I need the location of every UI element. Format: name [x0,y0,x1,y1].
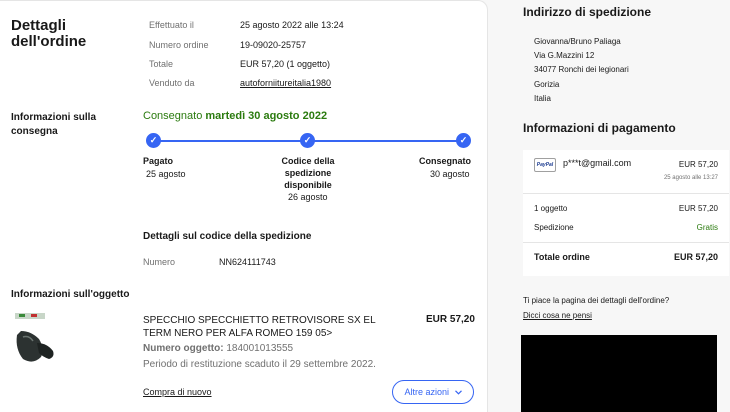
buy-again-link[interactable]: Compra di nuovo [143,387,212,397]
paypal-icon: PayPal [534,158,556,172]
more-actions-button[interactable]: Altre azioni [392,380,474,404]
divider [523,242,729,243]
item-number-value: 184001013555 [226,343,294,354]
summary-items-value: EUR 57,20 [678,204,718,213]
tracking-details-title: Dettagli sul codice della spedizione [143,231,312,242]
item-title-link[interactable]: SPECCHIO SPECCHIETTO RETROVISORE SX EL T… [143,314,403,340]
order-total-value: EUR 57,20 [673,252,718,262]
item-number-label: Numero oggetto: [143,343,224,354]
order-number-label: Numero ordine [149,40,209,50]
tracking-number-value: NN624111743 [219,257,276,267]
delivery-status-date: martedì 30 agosto 2022 [205,110,328,122]
step-tracking-label: Codice della spedizione disponibile [281,156,335,190]
tracking-number-label: Numero [143,257,176,267]
step-paid-date: 25 agosto [146,169,186,179]
return-period-text: Periodo di restituzione scaduto il 29 se… [143,359,376,370]
chevron-down-icon [454,390,462,395]
order-date-label: Effettuato il [149,20,194,30]
payment-card: PayPal p***t@gmail.com EUR 57,20 25 agos… [523,150,729,276]
order-total-label: Totale ordine [534,252,590,262]
address-line: Giovanna/Bruno Paliaga [534,37,621,46]
step-paid-label: Pagato [143,156,174,166]
step-delivered-label: Consegnato [418,156,471,166]
delivery-status-prefix: Consegnato [143,110,203,122]
order-details-panel: Dettagli dell'ordine Effettuato il 25 ag… [0,0,488,412]
feedback-link[interactable]: Dicci cosa ne pensi [523,311,592,320]
check-icon: ✓ [146,133,161,148]
more-actions-label: Altre azioni [404,387,449,397]
redacted-area [521,335,717,412]
order-details-title: Dettagli dell'ordine [11,17,87,50]
address-line: Gorizia [534,80,560,89]
summary-shipping-label: Spedizione [534,223,574,232]
delivery-status: Consegnato martedì 30 agosto 2022 [143,110,327,122]
item-thumbnail[interactable] [11,313,59,365]
address-line: Via G.Mazzini 12 [534,51,595,60]
address-line: Italia [534,94,551,103]
seller-link[interactable]: autoforniitureitalia1980 [240,78,331,88]
order-number-value: 19-09020-25757 [240,40,307,50]
shipping-address-title: Indirizzo di spedizione [523,5,652,19]
seller-label: Venduto da [149,78,195,88]
check-icon: ✓ [300,133,315,148]
divider [523,193,729,194]
payment-date: 25 agosto alle 13:27 [663,175,718,181]
item-info-title: Informazioni sull'oggetto [11,289,130,300]
order-total-value: EUR 57,20 (1 oggetto) [240,59,331,69]
order-total-label: Totale [149,59,174,69]
order-date-value: 25 agosto 2022 alle 13:24 [240,20,344,30]
delivery-info-title: Informazioni sulla consegna [11,112,97,137]
payment-info-title: Informazioni di pagamento [523,121,676,135]
summary-shipping-value: Gratis [696,223,718,232]
address-line: 34077 Ronchi dei legionari [534,65,629,74]
summary-items-label: 1 oggetto [534,204,568,213]
item-price: EUR 57,20 [426,314,475,325]
step-delivered-date: 30 agosto [430,169,470,179]
step-tracking-date: 26 agosto [288,192,328,202]
check-icon: ✓ [456,133,471,148]
item-number: Numero oggetto: 184001013555 [143,343,293,354]
feedback-question: Ti piace la pagina dei dettagli dell'ord… [523,296,670,305]
payment-email: p***t@gmail.com [563,158,632,168]
payment-amount: EUR 57,20 [678,160,718,169]
